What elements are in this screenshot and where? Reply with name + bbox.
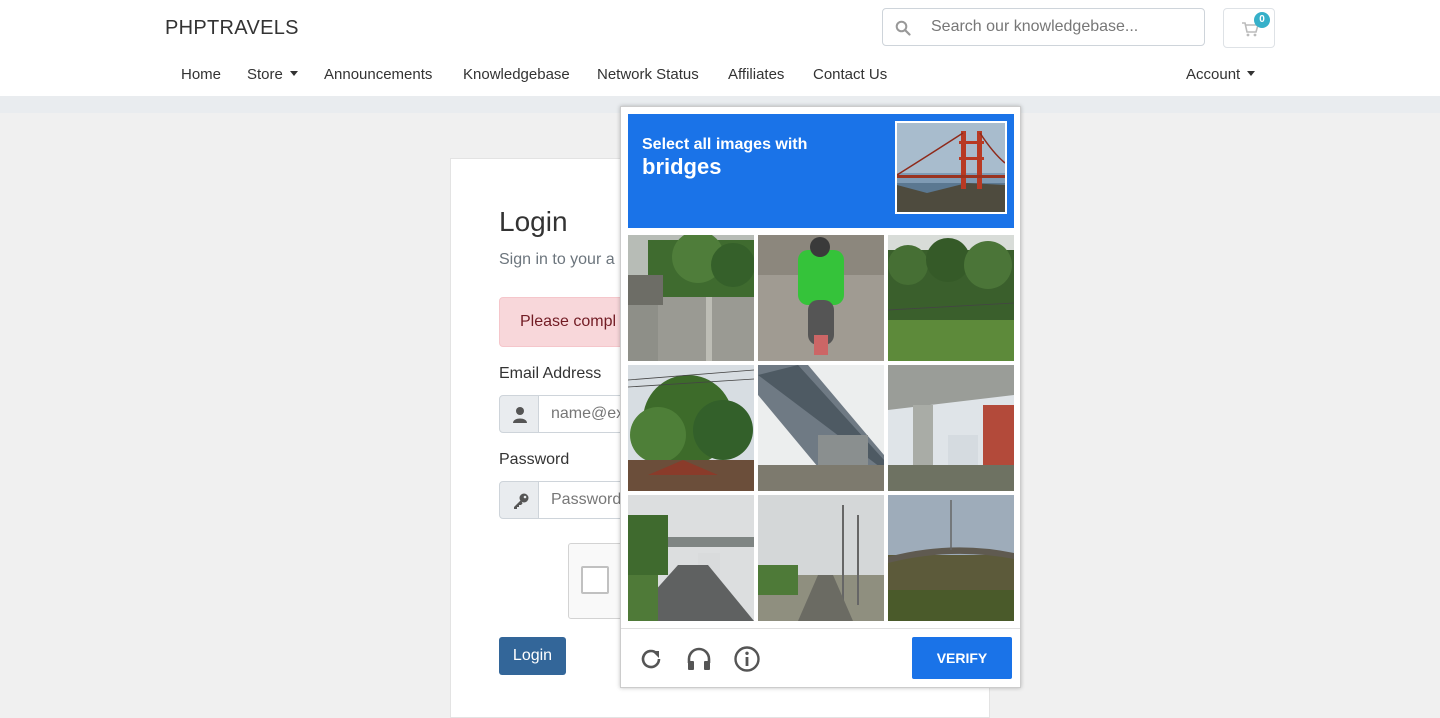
brand-logo[interactable]: PHPTRAVELS xyxy=(165,17,299,40)
search-input[interactable] xyxy=(931,9,1196,45)
info-icon[interactable] xyxy=(733,645,761,673)
user-icon xyxy=(513,407,527,423)
captcha-tile[interactable] xyxy=(888,235,1014,361)
captcha-prompt: Select all images with bridges xyxy=(628,114,1014,228)
nav-account-label: Account xyxy=(1186,66,1241,83)
email-label: Email Address xyxy=(499,365,602,382)
captcha-tile[interactable] xyxy=(758,235,884,361)
captcha-challenge: Select all images with bridges VERIFY xyxy=(620,106,1021,688)
site-header: PHPTRAVELS 0 Home Store Announcements Kn… xyxy=(0,0,1440,96)
knowledgebase-search xyxy=(882,8,1205,46)
login-subtitle: Sign in to your a xyxy=(499,251,615,268)
sample-bridge-image xyxy=(895,121,1007,214)
captcha-image-grid xyxy=(628,235,1014,621)
audio-icon[interactable] xyxy=(685,645,713,673)
cart-count-badge: 0 xyxy=(1254,12,1270,28)
captcha-target: bridges xyxy=(642,154,722,179)
captcha-tile[interactable] xyxy=(628,495,754,621)
nav-account[interactable]: Account xyxy=(1186,66,1256,83)
captcha-tile[interactable] xyxy=(758,365,884,491)
password-label: Password xyxy=(499,451,570,468)
nav-affiliates[interactable]: Affiliates xyxy=(728,66,784,83)
captcha-tile[interactable] xyxy=(628,235,754,361)
nav-announcements[interactable]: Announcements xyxy=(324,66,432,83)
recaptcha-checkbox[interactable] xyxy=(581,566,609,594)
email-addon xyxy=(499,395,539,433)
cart-button[interactable]: 0 xyxy=(1223,8,1275,48)
nav-contact-us[interactable]: Contact Us xyxy=(813,66,887,83)
nav-store-label: Store xyxy=(247,66,283,83)
key-icon xyxy=(514,493,529,509)
search-icon xyxy=(895,20,911,36)
captcha-instruction: Select all images with xyxy=(642,136,808,153)
captcha-tile[interactable] xyxy=(888,365,1014,491)
captcha-tile[interactable] xyxy=(628,365,754,491)
nav-knowledgebase[interactable]: Knowledgebase xyxy=(463,66,570,83)
login-button[interactable]: Login xyxy=(499,637,566,675)
captcha-tile[interactable] xyxy=(888,495,1014,621)
verify-button[interactable]: VERIFY xyxy=(912,637,1012,679)
page-title: Login xyxy=(499,206,568,237)
nav-network-status[interactable]: Network Status xyxy=(597,66,699,83)
nav-store[interactable]: Store xyxy=(247,66,298,83)
nav-home[interactable]: Home xyxy=(181,66,221,83)
password-addon xyxy=(499,481,539,519)
chevron-down-icon xyxy=(289,71,298,76)
captcha-footer-divider xyxy=(621,628,1020,629)
reload-icon[interactable] xyxy=(637,645,665,673)
captcha-tile[interactable] xyxy=(758,495,884,621)
chevron-down-icon xyxy=(1247,71,1256,76)
